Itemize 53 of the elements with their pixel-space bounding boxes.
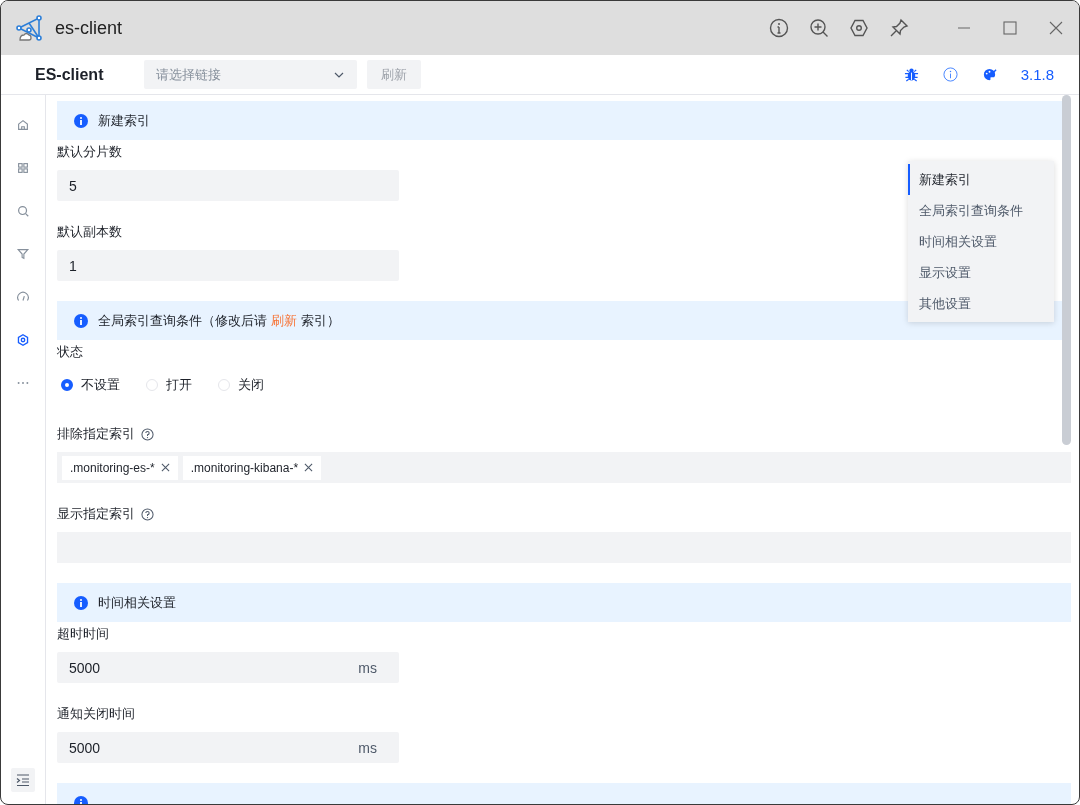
field-label: 超时时间 bbox=[57, 625, 109, 643]
field-label: 通知关闭时间 bbox=[57, 705, 135, 723]
section-title: 时间相关设置 bbox=[98, 593, 176, 612]
section-title: 新建索引 bbox=[98, 111, 150, 130]
anchor-menu-item[interactable]: 其他设置 bbox=[908, 288, 1054, 319]
info-icon bbox=[74, 113, 88, 128]
info-icon[interactable] bbox=[942, 67, 958, 82]
version-label[interactable]: 3.1.8 bbox=[1020, 66, 1054, 83]
gauge-icon bbox=[16, 290, 30, 304]
input-field[interactable]: 5000 ms bbox=[57, 652, 399, 683]
radio-option[interactable]: 打开 bbox=[146, 376, 192, 394]
collapse-icon bbox=[16, 773, 30, 787]
app-brand: ES-client bbox=[35, 65, 105, 84]
tag-input-field[interactable]: .monitoring-es-* .monitoring-kibana-* bbox=[57, 452, 1071, 483]
search-icon bbox=[16, 204, 30, 218]
scrollbar[interactable] bbox=[1062, 95, 1071, 445]
zoom-in-icon[interactable] bbox=[809, 18, 829, 38]
anchor-menu-item[interactable]: 显示设置 bbox=[908, 257, 1054, 288]
field-label: 排除指定索引 bbox=[57, 425, 135, 443]
anchor-menu-item[interactable]: 时间相关设置 bbox=[908, 226, 1054, 257]
field-label: 状态 bbox=[57, 343, 83, 361]
index-tag: .monitoring-kibana-* bbox=[182, 455, 322, 480]
section-title: 索引） bbox=[301, 311, 340, 330]
grid-icon bbox=[16, 161, 30, 175]
radio-option[interactable]: 关闭 bbox=[218, 376, 264, 394]
info-icon bbox=[74, 313, 88, 328]
filter-icon bbox=[16, 247, 30, 261]
close-icon[interactable] bbox=[160, 463, 170, 472]
field-label: 显示指定索引 bbox=[57, 505, 135, 523]
home-icon bbox=[16, 118, 30, 132]
palette-icon[interactable] bbox=[981, 67, 997, 82]
info-icon[interactable] bbox=[769, 18, 789, 38]
info-icon bbox=[74, 595, 88, 610]
index-tag: .monitoring-es-* bbox=[62, 455, 178, 480]
anchor-menu-item[interactable]: 全局索引查询条件 bbox=[908, 195, 1054, 226]
section-title: 全局索引查询条件（修改后请 bbox=[98, 311, 267, 330]
settings-icon bbox=[16, 333, 30, 347]
bug-icon[interactable] bbox=[903, 67, 919, 82]
maximize-icon bbox=[1003, 21, 1017, 35]
close-icon bbox=[1049, 21, 1063, 35]
collapse-button[interactable] bbox=[11, 768, 35, 792]
settings-icon[interactable] bbox=[849, 18, 869, 38]
close-icon[interactable] bbox=[304, 463, 314, 472]
logo-icon bbox=[15, 14, 43, 42]
pin-icon[interactable] bbox=[889, 18, 909, 38]
input-field[interactable]: 5000 ms bbox=[57, 732, 399, 763]
window-title: es-client bbox=[55, 17, 124, 39]
field-label: 默认分片数 bbox=[57, 143, 122, 161]
anchor-menu-item[interactable]: 新建索引 bbox=[908, 164, 1054, 195]
input-field[interactable]: 5 bbox=[57, 170, 399, 201]
radio-option[interactable]: 不设置 bbox=[61, 376, 120, 394]
field-label: 默认副本数 bbox=[57, 223, 122, 241]
input-field[interactable]: 1 bbox=[57, 250, 399, 281]
